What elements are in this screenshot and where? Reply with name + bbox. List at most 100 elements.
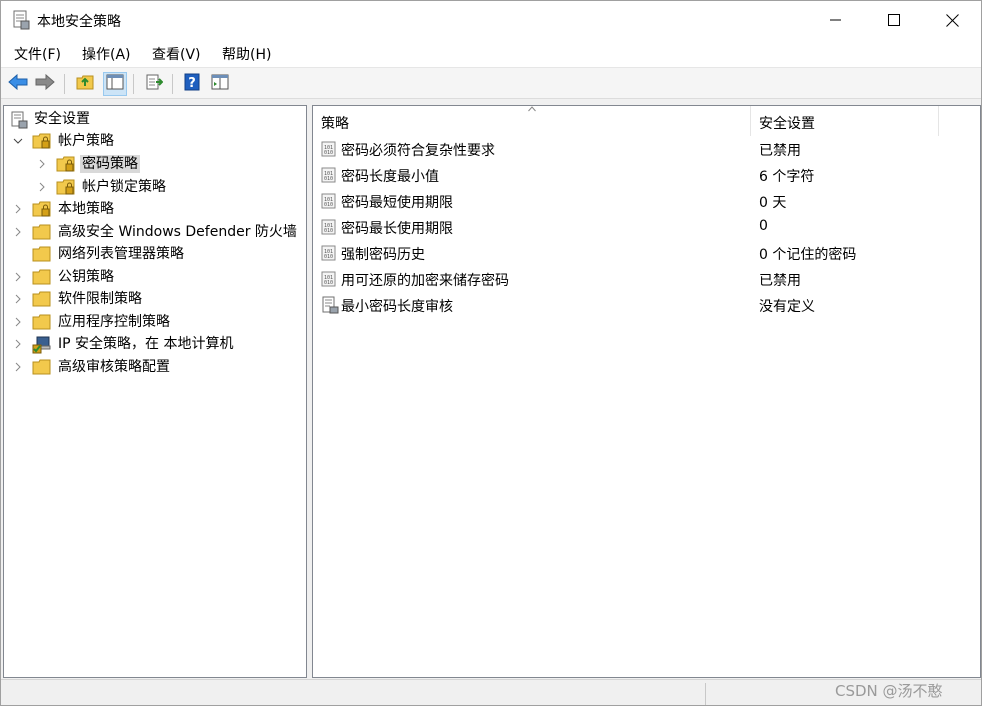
tree-item-app-control[interactable]: 应用程序控制策略 xyxy=(4,311,306,333)
folder-icon xyxy=(32,314,51,331)
tree-item-ip-security[interactable]: IP 安全策略，在 本地计算机 xyxy=(4,333,306,355)
tree-item-software-restriction[interactable]: 软件限制策略 xyxy=(4,288,306,310)
tree-item-account-policy[interactable]: 帐户策略 xyxy=(4,130,306,152)
forward-arrow-icon xyxy=(35,73,55,94)
minimize-button[interactable] xyxy=(807,1,865,39)
menu-view[interactable]: 查看(V) xyxy=(152,44,201,64)
svg-text:010: 010 xyxy=(324,228,333,234)
policy-value: 6 个字符 xyxy=(759,169,815,185)
expand-chevron-icon[interactable] xyxy=(13,339,23,349)
locked-folder-icon xyxy=(56,179,75,196)
tree-item-network-list[interactable]: 网络列表管理器策略 xyxy=(4,243,306,265)
status-separator xyxy=(705,683,706,705)
column-header-policy[interactable]: 策略 xyxy=(313,106,751,136)
policy-setting-icon: 101 010 xyxy=(321,270,339,288)
policy-value: 已禁用 xyxy=(759,143,801,159)
security-settings-icon xyxy=(10,111,28,129)
policy-row[interactable]: 101 010 密码必须符合复杂性要求 已禁用 xyxy=(313,136,980,162)
tree-item-label: 帐户策略 xyxy=(58,133,114,149)
tree-item-password-policy[interactable]: 密码策略 xyxy=(4,153,306,175)
column-header-security-setting[interactable]: 安全设置 xyxy=(751,106,938,136)
tree-pane[interactable]: 安全设置 帐户策略 密码策略 帐户锁定策略 本地策略 高级安全 Windows … xyxy=(3,105,307,678)
minimize-icon xyxy=(830,14,842,26)
expand-chevron-icon[interactable] xyxy=(37,159,47,169)
tree-item-local-policy[interactable]: 本地策略 xyxy=(4,198,306,220)
expand-chevron-icon[interactable] xyxy=(13,227,23,237)
toolbar-separator xyxy=(133,74,134,94)
tree-item-label: 本地策略 xyxy=(58,201,114,217)
folder-icon xyxy=(32,269,51,286)
title-bar[interactable]: 本地安全策略 xyxy=(1,1,981,39)
export-list-icon xyxy=(145,74,164,94)
svg-text:010: 010 xyxy=(324,150,333,156)
window-title: 本地安全策略 xyxy=(37,14,121,30)
forward-button[interactable] xyxy=(33,72,57,96)
tree-item-label: 高级审核策略配置 xyxy=(58,359,170,375)
svg-text:010: 010 xyxy=(324,254,333,260)
help-icon: ? xyxy=(184,73,200,95)
expand-chevron-icon[interactable] xyxy=(13,272,23,282)
tree-item-label: 软件限制策略 xyxy=(58,291,142,307)
tree-root[interactable]: 安全设置 xyxy=(4,108,306,130)
up-level-button[interactable] xyxy=(73,72,97,96)
folder-icon xyxy=(32,246,51,263)
toolbar-separator xyxy=(172,74,173,94)
tree-item-label: 公钥策略 xyxy=(58,269,114,285)
collapse-chevron-icon[interactable] xyxy=(13,136,23,146)
menu-action[interactable]: 操作(A) xyxy=(82,44,131,64)
audit-policy-icon xyxy=(321,296,339,314)
policy-value: 已禁用 xyxy=(759,273,801,289)
back-button[interactable] xyxy=(6,72,30,96)
show-hide-tree-icon xyxy=(106,74,124,94)
export-list-button[interactable] xyxy=(142,72,166,96)
expand-chevron-icon[interactable] xyxy=(13,294,23,304)
help-button[interactable]: ? xyxy=(180,72,204,96)
menu-help[interactable]: 帮助(H) xyxy=(222,44,271,64)
tree-item-label: 应用程序控制策略 xyxy=(58,314,170,330)
locked-folder-icon xyxy=(32,133,51,150)
tree-item-public-key[interactable]: 公钥策略 xyxy=(4,266,306,288)
tree-item-advanced-audit[interactable]: 高级审核策略配置 xyxy=(4,356,306,378)
policy-setting-icon: 101 010 xyxy=(321,166,339,184)
svg-text:?: ? xyxy=(188,76,196,91)
toolbar: ? xyxy=(1,67,981,99)
expand-chevron-icon[interactable] xyxy=(13,362,23,372)
folder-icon xyxy=(32,291,51,308)
ip-security-computer-icon xyxy=(32,336,51,354)
tree-root-label: 安全设置 xyxy=(34,111,90,127)
policy-name: 强制密码历史 xyxy=(341,247,425,263)
policy-row[interactable]: 101 010 用可还原的加密来储存密码 已禁用 xyxy=(313,266,980,292)
column-divider[interactable] xyxy=(938,106,939,136)
policy-row[interactable]: 最小密码长度审核 没有定义 xyxy=(313,292,980,318)
status-bar xyxy=(1,679,981,705)
properties-button[interactable] xyxy=(208,72,232,96)
policy-value: 0 天 xyxy=(759,195,787,211)
up-folder-icon xyxy=(76,74,94,94)
policy-row[interactable]: 101 010 密码最短使用期限 0 天 xyxy=(313,188,980,214)
tree-item-lockout-policy[interactable]: 帐户锁定策略 xyxy=(4,176,306,198)
maximize-icon xyxy=(888,14,900,26)
expand-chevron-icon[interactable] xyxy=(13,317,23,327)
policy-row[interactable]: 101 010 密码长度最小值 6 个字符 xyxy=(313,162,980,188)
policy-setting-icon: 101 010 xyxy=(321,244,339,262)
tree-item-label: 帐户锁定策略 xyxy=(82,179,166,195)
policy-name: 密码最短使用期限 xyxy=(341,195,453,211)
security-policy-app-icon xyxy=(12,10,30,30)
policy-row[interactable]: 101 010 强制密码历史 0 个记住的密码 xyxy=(313,240,980,266)
policy-list-pane[interactable]: 策略 安全设置 101 010 密码必须符合复杂性要求 已禁用 101 010 密码… xyxy=(312,105,981,678)
expand-chevron-icon[interactable] xyxy=(13,204,23,214)
policy-row[interactable]: 101 010 密码最长使用期限 0 xyxy=(313,214,980,240)
back-arrow-icon xyxy=(8,73,28,94)
tree-item-label: 密码策略 xyxy=(80,155,140,173)
menu-file[interactable]: 文件(F) xyxy=(14,44,61,64)
folder-icon xyxy=(32,224,51,241)
toolbar-separator xyxy=(64,74,65,94)
close-button[interactable] xyxy=(923,1,981,39)
locked-folder-icon xyxy=(32,201,51,218)
expand-chevron-icon[interactable] xyxy=(37,182,47,192)
show-hide-tree-button[interactable] xyxy=(103,72,127,96)
maximize-button[interactable] xyxy=(865,1,923,39)
policy-name: 密码必须符合复杂性要求 xyxy=(341,143,495,159)
policy-setting-icon: 101 010 xyxy=(321,140,339,158)
tree-item-firewall[interactable]: 高级安全 Windows Defender 防火墙 xyxy=(4,221,306,243)
